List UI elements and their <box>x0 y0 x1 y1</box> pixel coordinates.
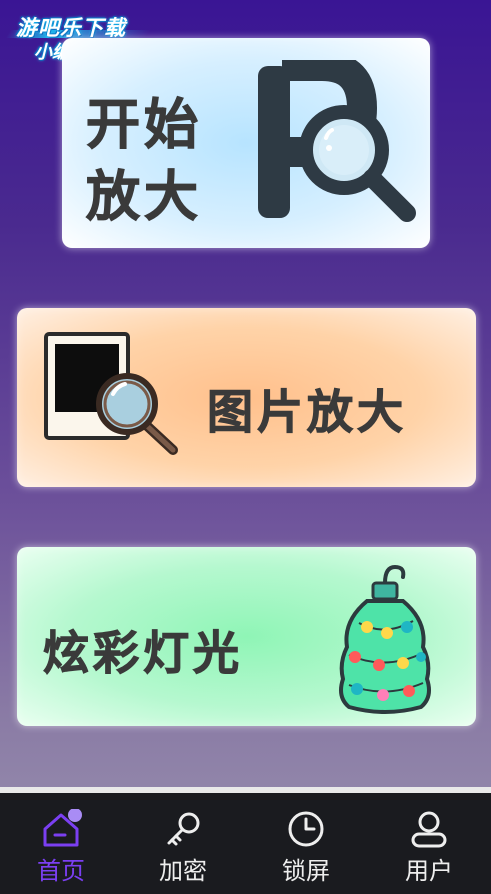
colorful-lights-label: 炫彩灯光 <box>43 626 243 681</box>
letter-p-magnifier-icon <box>258 60 416 222</box>
clock-icon <box>288 811 324 847</box>
tab-lockscreen-label: 锁屏 <box>282 857 330 885</box>
tab-home[interactable]: 首页 <box>0 793 122 894</box>
colorful-lights-card[interactable]: 炫彩灯光 <box>17 547 476 726</box>
photo-magnifier-icon <box>44 332 178 455</box>
photo-magnify-card[interactable]: 图片放大 <box>17 308 476 487</box>
tab-user-label: 用户 <box>405 857 453 885</box>
tab-encrypt[interactable]: 加密 <box>122 793 244 894</box>
user-icon <box>411 811 447 848</box>
tab-encrypt-label: 加密 <box>159 857 207 885</box>
bottom-tab-bar: 首页 加密 锁屏 用户 <box>0 793 491 894</box>
tab-lockscreen[interactable]: 锁屏 <box>245 793 367 894</box>
photo-magnify-label: 图片放大 <box>207 385 407 440</box>
key-icon <box>167 812 200 846</box>
start-magnify-card[interactable]: 开始 放大 <box>62 38 430 248</box>
tab-home-label: 首页 <box>37 857 85 885</box>
start-magnify-title-line2: 放大 <box>86 165 202 229</box>
tab-user[interactable]: 用户 <box>368 793 490 894</box>
start-magnify-title-line1: 开始 <box>86 93 202 157</box>
home-icon <box>43 809 82 847</box>
ornament-lights-icon <box>339 564 431 714</box>
